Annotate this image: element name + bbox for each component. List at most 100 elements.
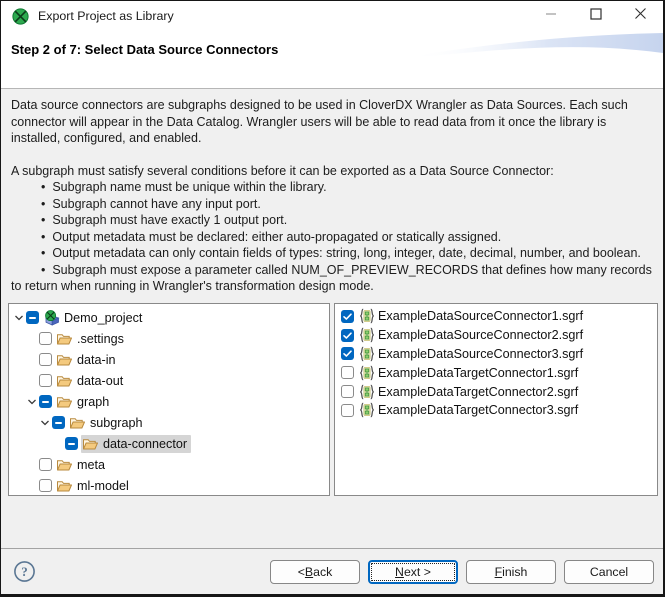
tree-item-data-connector[interactable]: data-connector	[9, 433, 329, 454]
tree-checkbox-unchecked[interactable]	[39, 479, 52, 492]
tree-item-ml-model[interactable]: ml-model	[9, 475, 329, 495]
chevron-down-icon[interactable]	[25, 397, 39, 407]
window-controls	[528, 1, 663, 31]
connector-checkbox-unchecked[interactable]	[341, 385, 354, 399]
connector-item-ExampleDataTargetConnector1.sgrf[interactable]: ExampleDataTargetConnector1.sgrf	[335, 363, 657, 382]
tree-checkbox-unchecked[interactable]	[39, 332, 52, 345]
button-bar: ? < Back Next > Finish Cancel	[1, 548, 663, 594]
tree-item-data-out[interactable]: data-out	[9, 370, 329, 391]
maximize-button[interactable]	[573, 1, 618, 31]
connector-item-label: ExampleDataSourceConnector2.sgrf	[378, 328, 584, 343]
back-button[interactable]: < Back	[270, 559, 360, 584]
tree-item-label: data-connector	[103, 436, 188, 451]
tree-item-graph[interactable]: graph	[9, 391, 329, 412]
folder-icon	[56, 331, 73, 347]
connector-item-ExampleDataSourceConnector1.sgrf[interactable]: ExampleDataSourceConnector1.sgrf	[335, 307, 657, 326]
folder-icon	[56, 352, 73, 368]
tree-item-label: data-in	[77, 352, 116, 367]
connector-checkbox-checked[interactable]	[341, 328, 354, 342]
connector-checkbox-unchecked[interactable]	[341, 403, 354, 417]
tree-checkbox-indeterminate[interactable]	[39, 395, 52, 408]
page-title: Step 2 of 7: Select Data Source Connecto…	[11, 42, 279, 57]
header-gradient	[408, 33, 663, 58]
tree-item-subgraph[interactable]: subgraph	[9, 412, 329, 433]
tree-checkbox-indeterminate[interactable]	[26, 311, 39, 324]
tree-item-meta[interactable]: meta	[9, 454, 329, 475]
tree-item-body[interactable]: data-out	[55, 372, 127, 390]
export-project-dialog: Export Project as Library Step 2 of 7: S…	[0, 0, 665, 597]
tree-checkbox-indeterminate[interactable]	[52, 416, 65, 429]
connector-item-label: ExampleDataTargetConnector2.sgrf	[378, 384, 579, 399]
connector-list: ExampleDataSourceConnector1.sgrf ExampleD…	[335, 304, 657, 420]
subgraph-file-icon	[358, 384, 376, 400]
tree-item-label: meta	[77, 457, 105, 472]
folder-icon	[56, 478, 73, 494]
tree-item-label: .settings	[77, 331, 124, 346]
minimize-button[interactable]	[528, 1, 573, 31]
conditions-list: • Subgraph name must be unique within th…	[11, 179, 655, 295]
folder-icon	[69, 415, 86, 431]
tree-checkbox-indeterminate[interactable]	[65, 437, 78, 450]
folder-icon	[82, 436, 99, 452]
minimize-icon	[545, 7, 557, 25]
connector-list-panel: ExampleDataSourceConnector1.sgrf ExampleD…	[334, 303, 658, 496]
connector-item-ExampleDataSourceConnector2.sgrf[interactable]: ExampleDataSourceConnector2.sgrf	[335, 326, 657, 345]
connector-item-ExampleDataTargetConnector3.sgrf[interactable]: ExampleDataTargetConnector3.sgrf	[335, 401, 657, 420]
question-mark-glyph: ?	[21, 564, 28, 579]
project-tree: Demo_project .settings data-in data-out grap…	[9, 304, 329, 495]
tree-item-label: graph	[77, 394, 110, 409]
window-title: Export Project as Library	[38, 9, 174, 23]
connector-item-label: ExampleDataTargetConnector3.sgrf	[378, 403, 579, 418]
tree-item-.settings[interactable]: .settings	[9, 328, 329, 349]
finish-button[interactable]: Finish	[466, 559, 556, 584]
tree-checkbox-unchecked[interactable]	[39, 353, 52, 366]
tree-item-body[interactable]: data-connector	[81, 434, 192, 453]
tree-item-label: Demo_project	[64, 310, 143, 325]
back-label: <	[297, 564, 305, 579]
subgraph-file-icon	[358, 402, 376, 418]
tree-item-body[interactable]: data-in	[55, 351, 120, 369]
chevron-down-icon[interactable]	[12, 313, 26, 323]
intro-paragraph: Data source connectors are subgraphs des…	[11, 98, 628, 145]
tree-item-data-in[interactable]: data-in	[9, 349, 329, 370]
help-button[interactable]: ?	[13, 560, 36, 583]
tree-checkbox-unchecked[interactable]	[39, 458, 52, 471]
wizard-header: Step 2 of 7: Select Data Source Connecto…	[1, 31, 663, 89]
tree-checkbox-unchecked[interactable]	[39, 374, 52, 387]
connector-item-ExampleDataSourceConnector3.sgrf[interactable]: ExampleDataSourceConnector3.sgrf	[335, 345, 657, 364]
tree-item-body[interactable]: .settings	[55, 330, 128, 348]
condition-bullet-3: • Subgraph must have exactly 1 output po…	[41, 213, 288, 227]
condition-bullet-2: • Subgraph cannot have any input port.	[41, 196, 261, 211]
tree-item-body[interactable]: meta	[55, 456, 109, 474]
next-button[interactable]: Next >	[368, 559, 458, 584]
subgraph-file-icon	[358, 365, 376, 381]
connector-item-ExampleDataTargetConnector2.sgrf[interactable]: ExampleDataTargetConnector2.sgrf	[335, 382, 657, 401]
condition-bullet-4: • Output metadata must be declared: eith…	[41, 229, 502, 244]
folder-icon	[56, 394, 73, 410]
tree-item-body[interactable]: graph	[55, 393, 113, 411]
tree-item-label: data-out	[77, 373, 124, 388]
wizard-body: Data source connectors are subgraphs des…	[1, 90, 663, 550]
condition-bullet-1: • Subgraph name must be unique within th…	[41, 180, 327, 194]
connector-item-label: ExampleDataTargetConnector1.sgrf	[378, 365, 579, 380]
subgraph-file-icon	[358, 327, 376, 343]
close-button[interactable]	[618, 1, 663, 31]
tree-item-Demo_project[interactable]: Demo_project	[9, 307, 329, 328]
tree-item-body[interactable]: subgraph	[68, 414, 147, 432]
chevron-down-icon[interactable]	[38, 418, 52, 428]
tree-item-label: ml-model	[77, 478, 129, 493]
cloverdx-logo-icon	[12, 7, 29, 25]
tree-item-body[interactable]: Demo_project	[42, 309, 146, 327]
tree-item-body[interactable]: ml-model	[55, 477, 133, 495]
connector-checkbox-checked[interactable]	[341, 347, 354, 361]
condition-bullet-5: • Output metadata can only contain field…	[41, 246, 641, 260]
project-icon	[43, 309, 60, 326]
close-icon	[634, 7, 647, 25]
connector-item-label: ExampleDataSourceConnector3.sgrf	[378, 346, 584, 361]
connector-checkbox-checked[interactable]	[341, 309, 354, 323]
connector-checkbox-unchecked[interactable]	[341, 366, 354, 380]
maximize-icon	[589, 7, 602, 25]
cancel-button[interactable]: Cancel	[564, 559, 654, 584]
wizard-buttons: < Back Next > Finish Cancel	[270, 559, 654, 584]
condition-bullet-6: • Subgraph must expose a parameter calle…	[11, 262, 652, 294]
